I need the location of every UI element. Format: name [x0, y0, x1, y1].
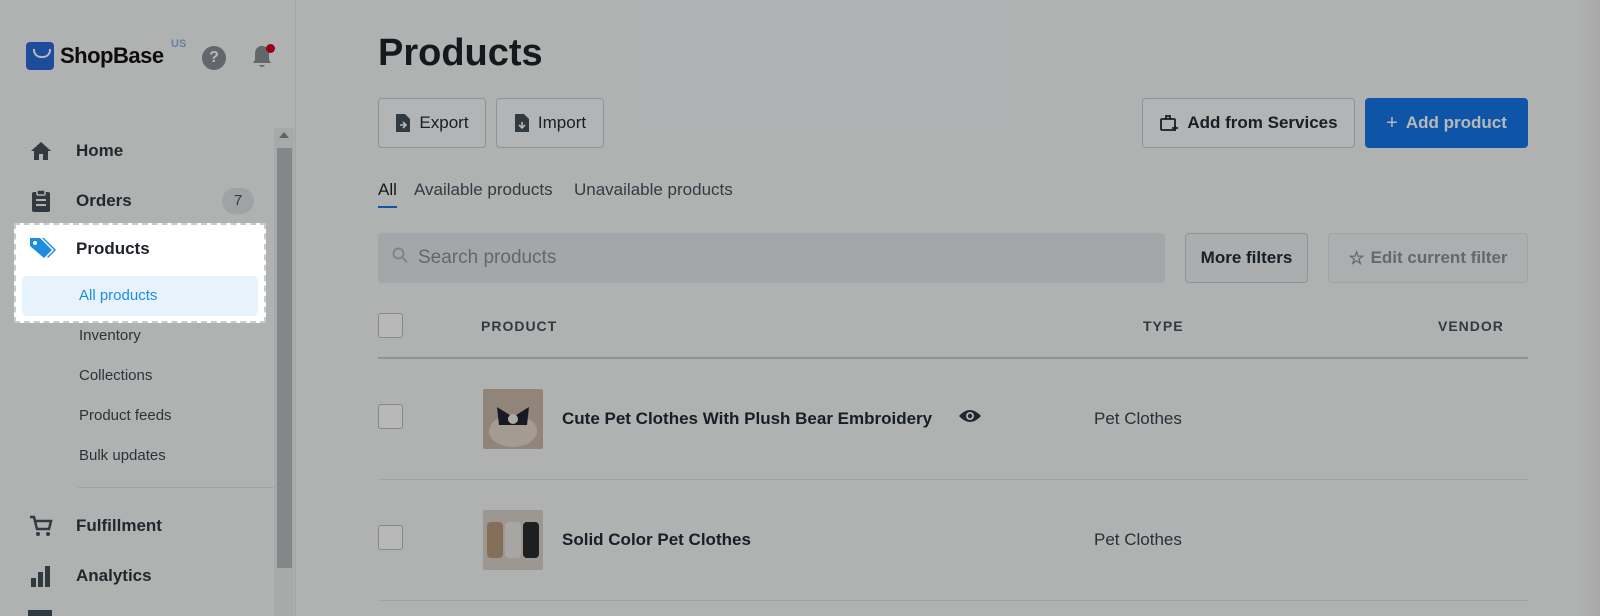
sidebar-item-label: Orders — [76, 191, 132, 210]
product-image — [483, 389, 543, 449]
export-label: Export — [419, 113, 469, 132]
sidebar-item-orders[interactable]: Orders 7 — [0, 181, 275, 221]
row-checkbox[interactable] — [378, 404, 403, 429]
next-nav-icon — [28, 610, 52, 616]
product-name[interactable]: Cute Pet Clothes With Plush Bear Embroid… — [562, 409, 932, 429]
clipboard-icon — [32, 189, 50, 212]
file-export-icon — [396, 114, 411, 132]
edit-current-filter-button[interactable]: ☆ Edit current filter — [1328, 233, 1528, 283]
orders-count-badge: 7 — [222, 188, 254, 214]
sidebar-subitem-inventory[interactable]: Inventory — [79, 327, 141, 344]
add-product-button[interactable]: + Add product — [1365, 98, 1528, 148]
column-header-vendor[interactable]: VENDOR — [1438, 318, 1504, 334]
eye-icon[interactable] — [958, 407, 982, 425]
product-type: Pet Clothes — [1094, 530, 1182, 549]
sidebar-scroll-thumb[interactable] — [277, 148, 292, 568]
sidebar-item-fulfillment[interactable]: Fulfillment — [0, 506, 275, 546]
file-import-icon — [514, 114, 529, 132]
table-row[interactable]: Solid Color Pet Clothes Pet Clothes — [378, 480, 1528, 601]
add-from-services-label: Add from Services — [1187, 113, 1338, 132]
more-filters-button[interactable]: More filters — [1185, 233, 1308, 283]
tab-all[interactable]: All — [378, 180, 397, 208]
briefcase-plus-icon — [1160, 115, 1179, 131]
export-button[interactable]: Export — [378, 98, 486, 148]
sidebar-item-analytics[interactable]: Analytics — [0, 556, 275, 596]
main-content: Products Export Import Add from Services… — [296, 0, 1600, 616]
table-header: PRODUCT TYPE VENDOR — [378, 305, 1528, 359]
star-icon: ☆ — [1348, 247, 1365, 268]
product-thumbnail[interactable] — [483, 510, 543, 570]
shopbase-logo[interactable]: ShopBase — [26, 42, 164, 70]
sidebar-subitem-collections[interactable]: Collections — [79, 367, 152, 384]
column-header-type[interactable]: TYPE — [1143, 318, 1184, 334]
sidebar-item-label: Products — [76, 239, 150, 258]
product-image — [483, 510, 543, 570]
edit-current-filter-label: Edit current filter — [1370, 248, 1508, 267]
search-icon — [392, 247, 408, 263]
add-from-services-button[interactable]: Add from Services — [1142, 98, 1355, 148]
sidebar-divider — [78, 487, 275, 488]
search-placeholder: Search products — [418, 247, 557, 268]
tab-available-products[interactable]: Available products — [414, 180, 553, 206]
product-thumbnail[interactable] — [483, 389, 543, 449]
home-icon — [31, 142, 51, 160]
sidebar-subitem-all-products[interactable]: All products — [22, 276, 258, 316]
tab-unavailable-products[interactable]: Unavailable products — [574, 180, 733, 206]
product-type: Pet Clothes — [1094, 409, 1182, 428]
table-row[interactable]: Cute Pet Clothes With Plush Bear Embroid… — [378, 359, 1528, 480]
tag-icon — [30, 238, 56, 258]
spotlight-products-menu: Products All products — [14, 223, 266, 323]
add-product-label: Add product — [1405, 113, 1507, 132]
sidebar-subitem-product-feeds[interactable]: Product feeds — [79, 407, 172, 424]
product-name[interactable]: Solid Color Pet Clothes — [562, 530, 751, 550]
sidebar-item-label: Home — [76, 141, 124, 160]
brand-name: ShopBase — [60, 43, 164, 68]
scroll-up-arrow-icon[interactable] — [279, 132, 289, 138]
sidebar-subitem-bulk-updates[interactable]: Bulk updates — [79, 447, 166, 464]
import-label: Import — [537, 113, 587, 132]
sidebar-item-home[interactable]: Home — [0, 131, 275, 171]
sidebar-item-products[interactable]: Products — [16, 225, 264, 273]
select-all-checkbox[interactable] — [378, 313, 403, 338]
plus-icon: + — [1386, 111, 1398, 134]
notification-dot — [266, 44, 275, 53]
page-edge-shadow — [1580, 0, 1600, 616]
region-label: US — [171, 38, 187, 50]
row-checkbox[interactable] — [378, 525, 403, 550]
bar-chart-icon — [31, 566, 50, 587]
shopping-bag-icon — [26, 42, 54, 70]
sidebar-subitem-label: All products — [79, 287, 158, 304]
column-header-product[interactable]: PRODUCT — [481, 318, 557, 334]
page-title: Products — [378, 32, 543, 74]
more-filters-label: More filters — [1200, 248, 1293, 267]
sidebar-item-label: Analytics — [76, 566, 152, 585]
cart-icon — [30, 515, 53, 536]
sidebar-item-label: Fulfillment — [76, 516, 162, 535]
search-input[interactable]: Search products — [378, 233, 1165, 283]
import-button[interactable]: Import — [496, 98, 604, 148]
help-icon[interactable]: ? — [202, 46, 226, 70]
